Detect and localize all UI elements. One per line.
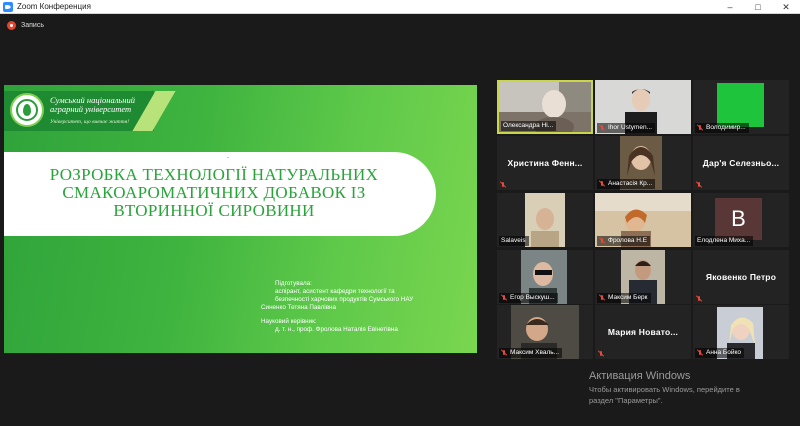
muted-mic-icon <box>697 125 703 131</box>
participant-tile[interactable]: Анастасія Кр... <box>595 136 691 190</box>
muted-mic-icon <box>599 238 605 244</box>
participant-tile[interactable]: Максим Хваль... <box>497 305 593 359</box>
supervisor-label: Науковий керівник: <box>261 318 317 325</box>
muted-mic-icon <box>500 182 506 188</box>
recording-label: Запись <box>21 22 44 29</box>
maximize-button[interactable]: □ <box>744 0 772 14</box>
participant-name: Ihor Ustymen... <box>597 123 656 133</box>
participant-name: Володимир... <box>695 123 749 133</box>
participant-tile[interactable]: Олександра Ні... <box>497 80 593 134</box>
slide-title-line3: ВТОРИННОЇ СИРОВИНИ <box>113 201 315 220</box>
participant-name: Анастасія Кр... <box>597 179 656 189</box>
muted-mic-icon <box>599 181 605 187</box>
participant-name: Егор Выскуш... <box>499 293 558 303</box>
prepared-line1: аспірант, асистент кафедри технології та <box>275 288 395 295</box>
university-name: Сумський національний аграрний університ… <box>50 96 135 114</box>
title-mark: - <box>227 155 229 161</box>
participant-name: Елодлена Миха... <box>695 236 754 246</box>
participant-name-display: Яковенко Петро <box>705 272 777 282</box>
muted-mic-icon <box>696 182 702 188</box>
participant-tile[interactable]: Володимир... <box>693 80 789 134</box>
muted-mic-icon <box>697 350 703 356</box>
muted-mic-icon <box>598 351 604 357</box>
title-bar: Zoom Конференция – □ ✕ <box>0 0 800 14</box>
participant-tile[interactable]: Ihor Ustymen... <box>595 80 691 134</box>
participant-tile[interactable]: Егор Выскуш... <box>497 250 593 304</box>
window-title: Zoom Конференция <box>17 2 91 11</box>
participant-name: Олександра Ні... <box>501 121 557 131</box>
windows-activation-line2: раздел "Параметры". <box>589 396 663 405</box>
participant-tile[interactable]: B Елодлена Миха... <box>693 193 789 247</box>
muted-mic-icon <box>599 125 605 131</box>
university-logo <box>10 93 44 127</box>
participant-name: Максим Хваль... <box>499 348 563 358</box>
participant-tile[interactable]: Яковенко Петро <box>693 250 789 304</box>
supervisor-line: д. т. н., проф. Фролова Наталія Евінетів… <box>275 326 398 333</box>
participant-video <box>717 83 764 127</box>
slide-title-line2: СМАКОАРОМАТИЧНИХ ДОБАВОК ІЗ <box>62 183 366 202</box>
slide-title: РОЗРОБКА ТЕХНОЛОГІЇ НАТУРАЛЬНИХ СМАКОАРО… <box>4 166 424 220</box>
minimize-button[interactable]: – <box>716 0 744 14</box>
participant-name: Максим Берк <box>597 293 651 303</box>
windows-activation-title: Активация Windows <box>589 370 691 382</box>
close-button[interactable]: ✕ <box>772 0 800 14</box>
participant-name-display: Мария Новато... <box>607 327 679 337</box>
participant-name: Анна Бойко <box>695 348 744 358</box>
shared-screen-slide: Сумський національний аграрний університ… <box>4 85 477 353</box>
muted-mic-icon <box>696 296 702 302</box>
participant-name-display: Дар'я Селезньо... <box>702 158 780 168</box>
muted-mic-icon <box>501 350 507 356</box>
windows-activation-line1: Чтобы активировать Windows, перейдите в <box>589 385 740 394</box>
university-name-line2: аграрний університет <box>50 104 132 114</box>
participant-name: Salaveis <box>499 236 529 246</box>
participant-tile[interactable]: Дар'я Селезньо... <box>693 136 789 190</box>
windows-activation-text: Чтобы активировать Windows, перейдите в … <box>589 384 740 406</box>
participant-name-display: Христина Фенн... <box>507 158 583 168</box>
prepared-line2: безпечності харчових продуктів Сумського… <box>275 296 414 303</box>
recording-indicator[interactable]: Запись <box>7 21 44 30</box>
participant-tile[interactable]: Мария Новато... <box>595 305 691 359</box>
participant-name: Фролова Н.Е <box>597 236 651 246</box>
university-motto: Університет, що вивчає життя! <box>50 119 130 125</box>
participant-tile[interactable]: Максим Берк <box>595 250 691 304</box>
leaf-emblem <box>16 99 38 121</box>
zoom-window: Zoom Конференция – □ ✕ Запись Сумський н… <box>0 0 800 426</box>
record-icon <box>7 21 16 30</box>
prepared-label: Підготувала: <box>275 280 312 287</box>
muted-mic-icon <box>501 295 507 301</box>
zoom-app-icon <box>3 1 13 12</box>
participant-tile[interactable]: Фролова Н.Е <box>595 193 691 247</box>
slide-author-info: Підготувала: аспірант, асистент кафедри … <box>259 280 413 334</box>
slide-title-line1: РОЗРОБКА ТЕХНОЛОГІЇ НАТУРАЛЬНИХ <box>49 165 379 184</box>
participant-tile[interactable]: Христина Фенн... <box>497 136 593 190</box>
prepared-name: Синенко Тетяна Павлівна <box>261 304 337 311</box>
muted-mic-icon <box>599 295 605 301</box>
window-controls: – □ ✕ <box>716 0 800 14</box>
participant-tile[interactable]: Анна Бойко <box>693 305 789 359</box>
participant-avatar: B <box>715 198 762 240</box>
participant-tile[interactable]: Salaveis <box>497 193 593 247</box>
